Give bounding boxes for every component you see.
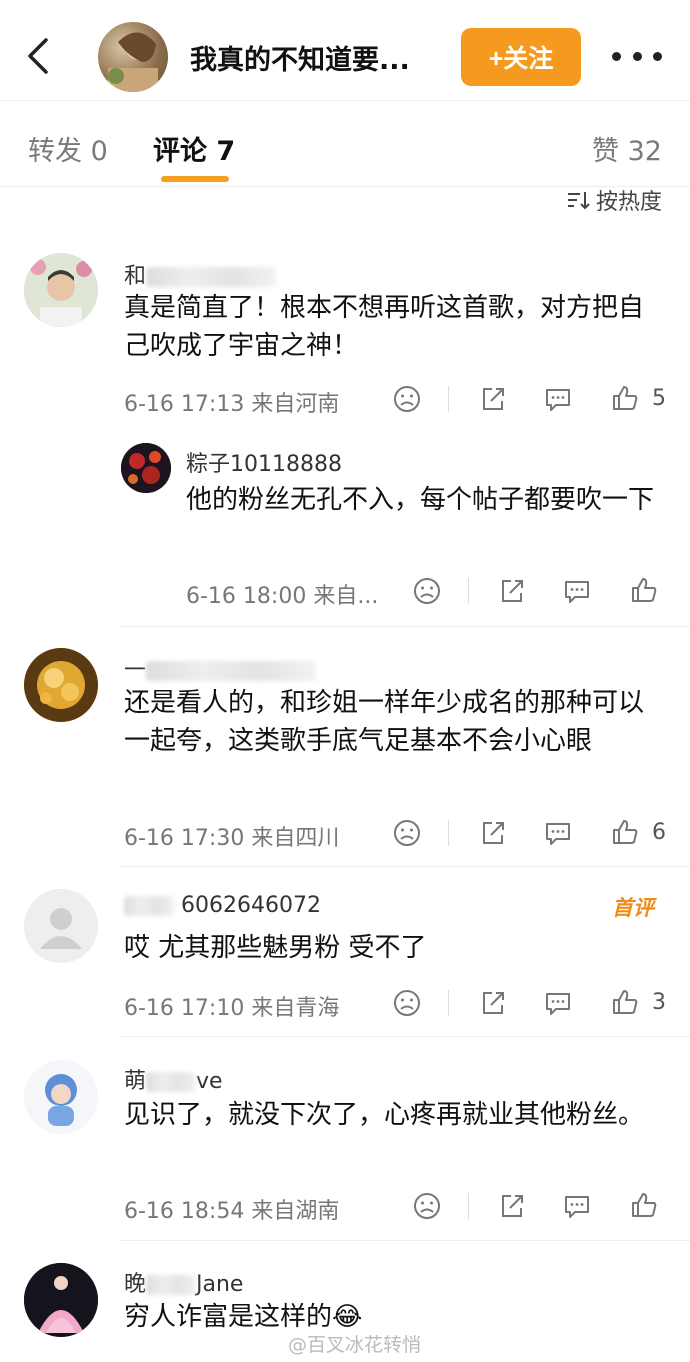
commenter-name[interactable]: 6062646072	[124, 893, 321, 918]
sort-label: 按热度	[596, 190, 663, 215]
top-bar: 我真的不知道要... +关注	[0, 0, 690, 100]
dislike-face-icon[interactable]	[392, 818, 422, 848]
like-icon[interactable]	[610, 383, 640, 413]
commenter-name[interactable]: 和	[124, 258, 277, 290]
avatar-image-icon	[24, 253, 98, 327]
comment-divider	[120, 1036, 690, 1037]
avatar-image-icon	[108, 32, 158, 92]
blurred-username	[124, 896, 174, 916]
follow-button[interactable]: +关注	[461, 28, 581, 86]
dislike-face-icon[interactable]	[412, 1191, 442, 1221]
reply-meta: 6-16 18:00 来自...	[186, 584, 379, 609]
reply-icon[interactable]	[543, 988, 573, 1018]
comment-text: 哎 尤其那些魅男粉 受不了	[124, 933, 427, 963]
action-separator	[448, 820, 449, 846]
like-count: 6	[652, 820, 666, 845]
tab-bar: 转发 0 评论 7 赞 32	[0, 101, 690, 187]
watermark: @百叉冰花转悄	[288, 1334, 422, 1356]
share-icon[interactable]	[497, 1191, 527, 1221]
comment-text: 还是看人的，和珍姐一样年少成名的那种可以一起夸，这类歌手底气足基本不会小心眼	[124, 688, 645, 756]
like-icon[interactable]	[610, 817, 640, 847]
comment-meta: 6-16 17:13 来自河南	[124, 392, 340, 417]
replier-avatar[interactable]	[121, 443, 171, 493]
replier-name[interactable]: 粽子10118888	[186, 446, 342, 478]
commenter-avatar[interactable]	[24, 1263, 98, 1337]
comment-meta: 6-16 17:30 来自四川	[124, 826, 340, 851]
like-count: 3	[652, 990, 666, 1015]
avatar-image-icon	[24, 1263, 98, 1337]
share-icon[interactable]	[497, 576, 527, 606]
like-icon[interactable]	[610, 987, 640, 1017]
blurred-username	[146, 661, 317, 681]
comment-meta: 6-16 18:54 来自湖南	[124, 1199, 340, 1224]
commenter-name[interactable]: 晚 Jane	[124, 1266, 243, 1298]
commenter-name[interactable]: 萌 ve	[124, 1063, 223, 1095]
like-icon[interactable]	[629, 575, 659, 605]
share-icon[interactable]	[478, 818, 508, 848]
comment-text: 真是简直了！根本不想再听这首歌，对方把自己吹成了宇宙之神！	[124, 293, 645, 361]
back-arrow-icon[interactable]	[24, 36, 54, 76]
reply-icon[interactable]	[543, 818, 573, 848]
reply-icon[interactable]	[562, 1191, 592, 1221]
tab-comments[interactable]: 评论 7	[153, 129, 235, 168]
sort-toggle[interactable]: 按热度	[566, 184, 662, 216]
comment-divider	[120, 1240, 690, 1241]
reply-text: 他的粉丝无孔不入，每个帖子都要吹一下	[186, 485, 655, 515]
avatar-image-icon	[24, 1060, 98, 1134]
first-comment-badge: 首评	[612, 896, 654, 920]
commenter-avatar[interactable]	[24, 253, 98, 327]
share-icon[interactable]	[478, 988, 508, 1018]
dislike-face-icon[interactable]	[392, 988, 422, 1018]
share-icon[interactable]	[478, 384, 508, 414]
action-separator	[448, 386, 449, 412]
like-count: 5	[652, 386, 666, 411]
sort-icon	[568, 192, 590, 210]
post-title: 我真的不知道要...	[190, 45, 410, 76]
action-separator	[448, 990, 449, 1016]
comment-divider	[120, 626, 690, 627]
author-avatar[interactable]	[98, 22, 168, 92]
more-options-icon[interactable]	[612, 44, 662, 68]
comment-meta: 6-16 17:10 来自青海	[124, 996, 340, 1021]
comment-text: 见识了，就没下次了，心疼再就业其他粉丝。	[124, 1100, 645, 1130]
action-separator	[468, 1193, 469, 1219]
avatar-image-icon	[121, 443, 171, 493]
commenter-avatar[interactable]	[24, 1060, 98, 1134]
tab-repost[interactable]: 转发 0	[28, 129, 108, 168]
active-tab-indicator	[161, 176, 229, 182]
dislike-face-icon[interactable]	[412, 576, 442, 606]
action-separator	[468, 578, 469, 604]
reply-icon[interactable]	[562, 576, 592, 606]
blurred-username	[146, 1072, 197, 1092]
commenter-avatar[interactable]	[24, 648, 98, 722]
avatar-image-icon	[24, 648, 98, 722]
dislike-face-icon[interactable]	[392, 384, 422, 414]
reply-icon[interactable]	[543, 384, 573, 414]
tab-likes[interactable]: 赞 32	[592, 129, 662, 168]
like-icon[interactable]	[629, 1190, 659, 1220]
default-user-icon	[24, 889, 98, 963]
blurred-username	[146, 1275, 197, 1295]
blurred-username	[146, 267, 277, 287]
comment-divider	[120, 866, 690, 867]
commenter-avatar[interactable]	[24, 889, 98, 963]
commenter-name[interactable]: 一	[124, 652, 317, 684]
